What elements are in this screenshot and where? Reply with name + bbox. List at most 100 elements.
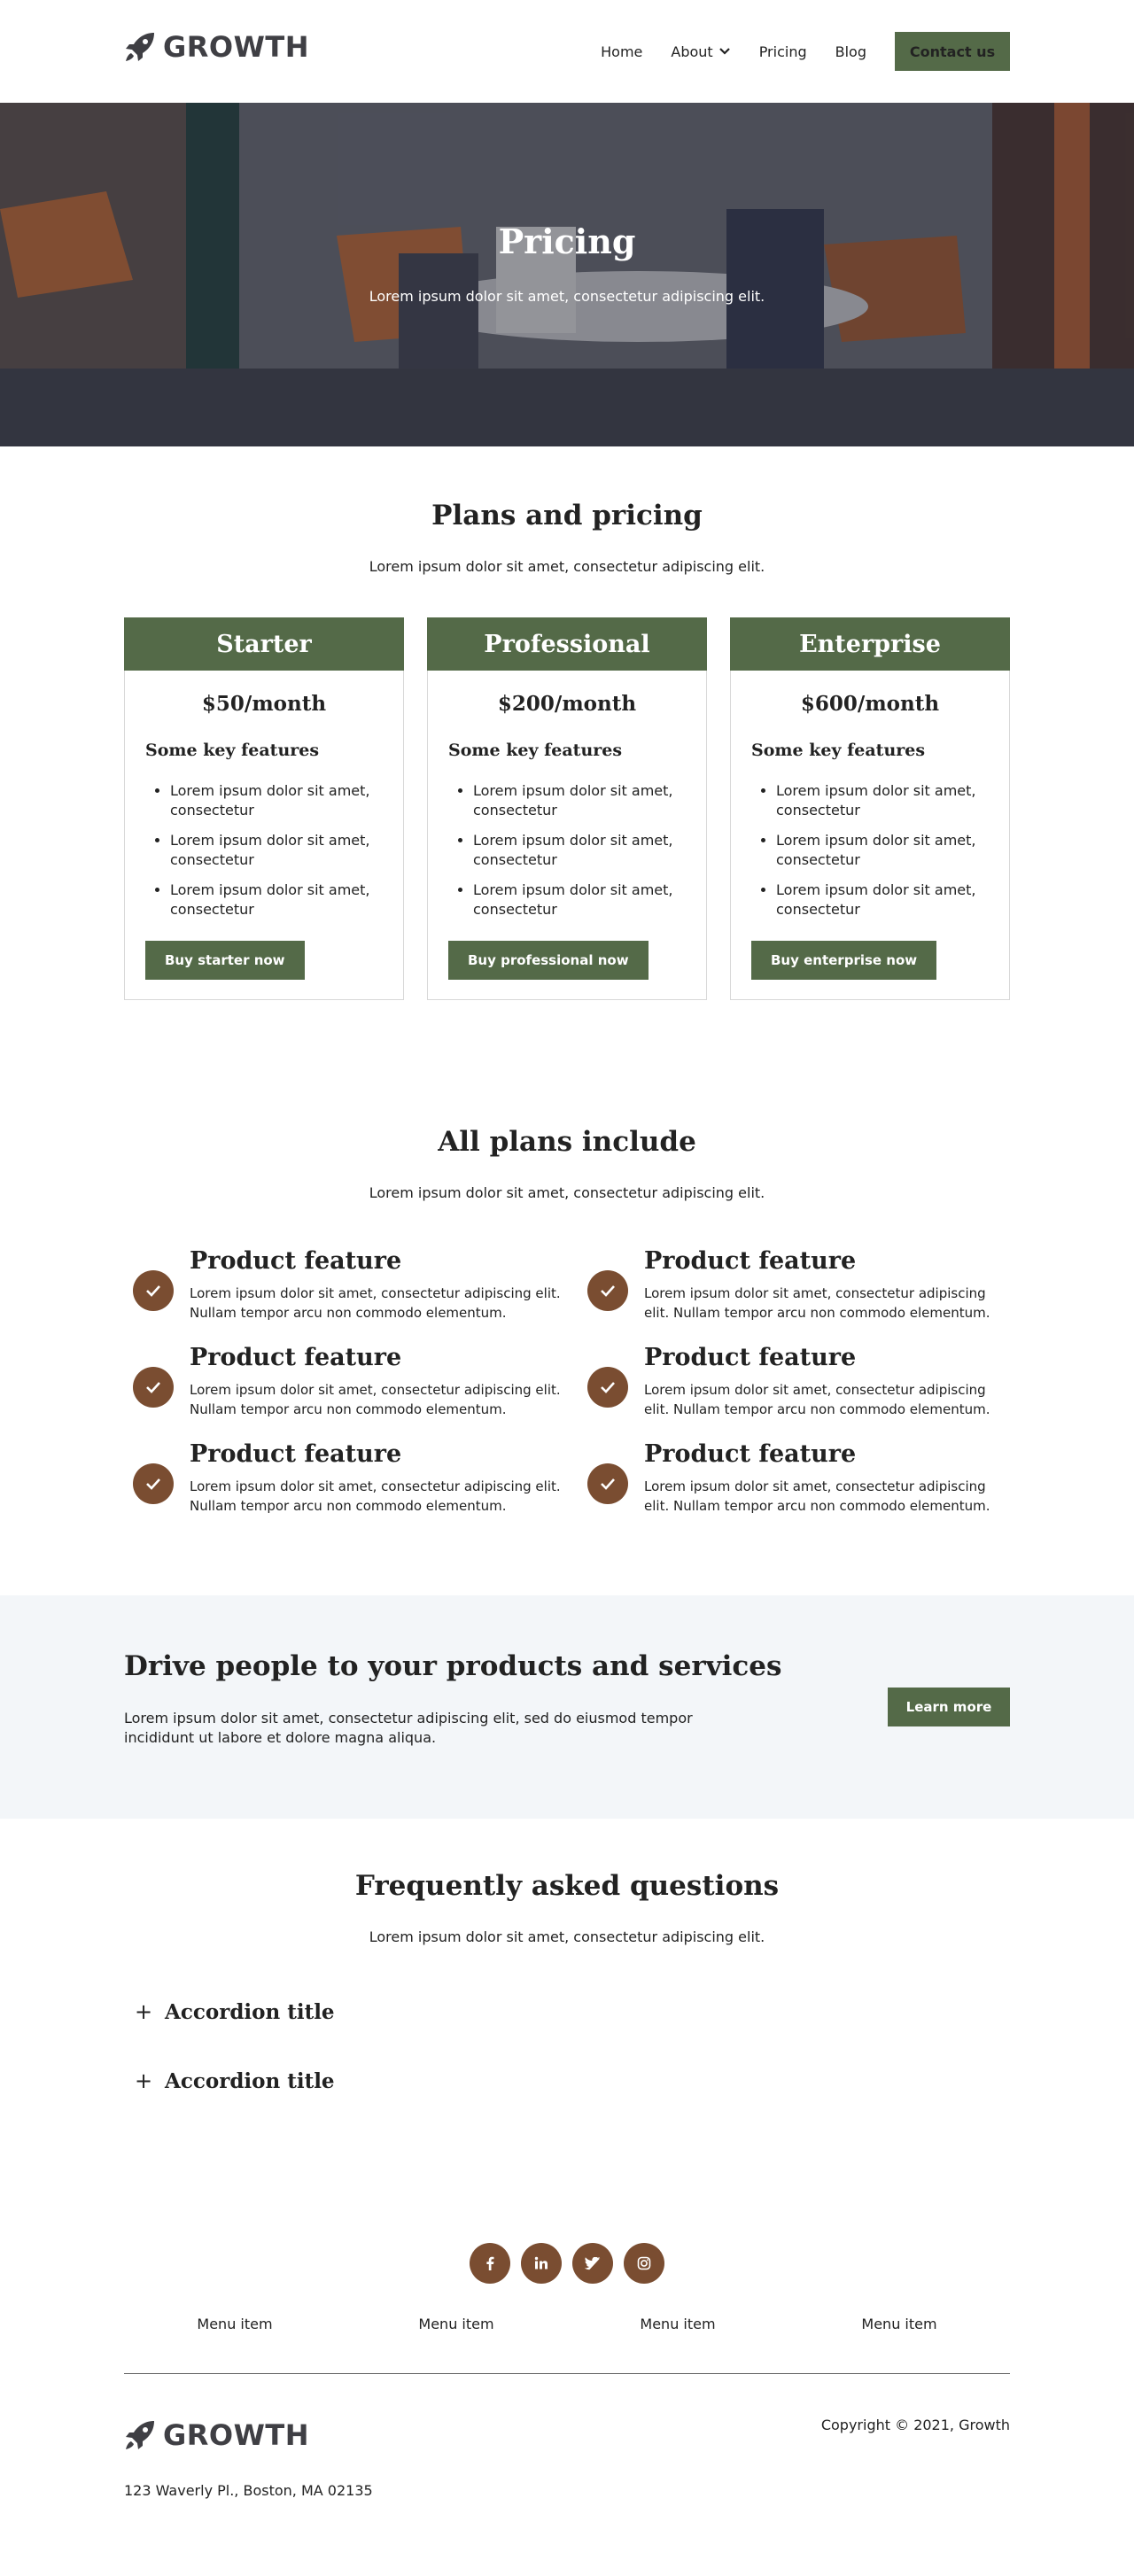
feature-text: Lorem ipsum dolor sit amet, consectetur … bbox=[644, 1382, 990, 1417]
rocket-icon bbox=[124, 2419, 156, 2451]
feature-text: Lorem ipsum dolor sit amet, consectetur … bbox=[644, 1285, 990, 1321]
plan-price: $50/month bbox=[201, 692, 327, 716]
nav-about-label: About bbox=[671, 43, 713, 60]
plan-name: Professional bbox=[427, 617, 707, 671]
features-title: All plans include bbox=[438, 1126, 696, 1158]
check-icon bbox=[587, 1463, 628, 1504]
twitter-icon[interactable] bbox=[572, 2243, 613, 2284]
brand-logo[interactable]: GROWTH bbox=[124, 30, 309, 64]
main-nav: Home About Pricing Blog Contact us bbox=[601, 32, 1010, 71]
plan-feature-item: Lorem ipsum dolor sit amet, consectetur bbox=[776, 881, 989, 919]
nav-about-link[interactable]: About bbox=[671, 43, 730, 60]
feature-text: Lorem ipsum dolor sit amet, consectetur … bbox=[644, 1478, 990, 1514]
plus-icon: + bbox=[135, 2068, 153, 2093]
hero-content: Pricing Lorem ipsum dolor sit amet, cons… bbox=[0, 221, 1134, 305]
plan-name: Enterprise bbox=[730, 617, 1010, 671]
feature-text: Lorem ipsum dolor sit amet, consectetur … bbox=[190, 1478, 561, 1514]
social-links bbox=[0, 2243, 1134, 2284]
faq-title: Frequently asked questions bbox=[354, 1870, 780, 1902]
plan-feature-item: Lorem ipsum dolor sit amet, consectetur bbox=[170, 831, 383, 870]
plan-feature-item: Lorem ipsum dolor sit amet, consectetur bbox=[170, 781, 383, 820]
plan-card-professional: Professional $200/month Some key feature… bbox=[427, 617, 707, 1000]
plan-card-enterprise: Enterprise $600/month Some key features … bbox=[730, 617, 1010, 1000]
plan-feature-list: Lorem ipsum dolor sit amet, consectetur … bbox=[145, 781, 383, 919]
footer-menu-item[interactable]: Menu item bbox=[567, 2316, 788, 2332]
chevron-down-icon bbox=[718, 48, 730, 55]
hero-subtitle: Lorem ipsum dolor sit amet, consectetur … bbox=[369, 288, 765, 305]
faq-section: Frequently asked questions Lorem ipsum d… bbox=[0, 1819, 1134, 2099]
plan-feature-item: Lorem ipsum dolor sit amet, consectetur bbox=[170, 881, 383, 919]
site-header: GROWTH Home About Pricing Blog Contact u… bbox=[0, 0, 1134, 103]
facebook-icon[interactable] bbox=[470, 2243, 510, 2284]
rocket-icon bbox=[124, 31, 156, 63]
buy-enterprise-button[interactable]: Buy enterprise now bbox=[751, 941, 937, 980]
accordion-item[interactable]: + Accordion title bbox=[124, 1993, 1010, 2030]
nav-blog-label: Blog bbox=[835, 43, 866, 60]
features-subtitle: Lorem ipsum dolor sit amet, consectetur … bbox=[369, 1184, 765, 1201]
contact-us-button[interactable]: Contact us bbox=[895, 32, 1010, 71]
footer-brand-logo[interactable]: GROWTH bbox=[124, 2418, 309, 2452]
plan-features-title: Some key features bbox=[751, 741, 926, 760]
feature-item: Product feature Lorem ipsum dolor sit ame… bbox=[124, 1247, 579, 1323]
feature-title: Product feature bbox=[644, 1344, 857, 1371]
plan-feature-item: Lorem ipsum dolor sit amet, consectetur bbox=[473, 881, 686, 919]
linkedin-icon[interactable] bbox=[521, 2243, 562, 2284]
accordion-item[interactable]: + Accordion title bbox=[124, 2062, 1010, 2099]
plan-name: Starter bbox=[124, 617, 404, 671]
footer-brand-name: GROWTH bbox=[163, 2418, 310, 2452]
buy-starter-button[interactable]: Buy starter now bbox=[145, 941, 305, 980]
feature-item: Product feature Lorem ipsum dolor sit ame… bbox=[124, 1344, 579, 1419]
site-footer: Menu item Menu item Menu item Menu item … bbox=[0, 2243, 1134, 2516]
feature-title: Product feature bbox=[190, 1344, 402, 1371]
footer-menu-item[interactable]: Menu item bbox=[788, 2316, 1010, 2332]
plan-features-title: Some key features bbox=[448, 741, 623, 760]
faq-subtitle: Lorem ipsum dolor sit amet, consectetur … bbox=[369, 1928, 765, 1945]
feature-title: Product feature bbox=[644, 1440, 857, 1468]
faq-accordion: + Accordion title + Accordion title bbox=[124, 1993, 1010, 2099]
feature-title: Product feature bbox=[190, 1440, 402, 1468]
plan-cards: Starter $50/month Some key features Lore… bbox=[124, 617, 1010, 1000]
feature-title: Product feature bbox=[644, 1247, 857, 1275]
footer-menu-item[interactable]: Menu item bbox=[346, 2316, 567, 2332]
check-icon bbox=[587, 1366, 628, 1408]
plus-icon: + bbox=[135, 1999, 153, 2024]
plan-feature-item: Lorem ipsum dolor sit amet, consectetur bbox=[473, 831, 686, 870]
plan-feature-item: Lorem ipsum dolor sit amet, consectetur bbox=[776, 831, 989, 870]
cta-title: Drive people to your products and servic… bbox=[124, 1650, 782, 1682]
cta-section: Drive people to your products and servic… bbox=[0, 1595, 1134, 1819]
feature-text: Lorem ipsum dolor sit amet, consectetur … bbox=[190, 1382, 561, 1417]
features-section: All plans include Lorem ipsum dolor sit … bbox=[0, 1000, 1134, 1516]
feature-item: Product feature Lorem ipsum dolor sit ame… bbox=[579, 1344, 1010, 1419]
plan-features-title: Some key features bbox=[145, 741, 320, 760]
nav-home-label: Home bbox=[601, 43, 643, 60]
check-icon bbox=[133, 1366, 174, 1408]
nav-blog-link[interactable]: Blog bbox=[835, 43, 866, 60]
feature-text: Lorem ipsum dolor sit amet, consectetur … bbox=[190, 1285, 561, 1321]
brand-name: GROWTH bbox=[163, 30, 310, 64]
plan-price: $200/month bbox=[497, 692, 637, 716]
plan-card-starter: Starter $50/month Some key features Lore… bbox=[124, 617, 404, 1000]
nav-pricing-link[interactable]: Pricing bbox=[759, 43, 807, 60]
address-text: 123 Waverly Pl., Boston, MA 02135 bbox=[124, 2482, 373, 2499]
check-icon bbox=[133, 1463, 174, 1504]
pricing-subtitle: Lorem ipsum dolor sit amet, consectetur … bbox=[369, 558, 765, 575]
hero-banner: Pricing Lorem ipsum dolor sit amet, cons… bbox=[0, 103, 1134, 446]
accordion-title: Accordion title bbox=[165, 1999, 335, 2024]
plan-feature-list: Lorem ipsum dolor sit amet, consectetur … bbox=[448, 781, 686, 919]
hero-title: Pricing bbox=[498, 221, 636, 261]
buy-professional-button[interactable]: Buy professional now bbox=[448, 941, 649, 980]
copyright-text: Copyright © 2021, Growth bbox=[820, 2417, 1010, 2433]
feature-item: Product feature Lorem ipsum dolor sit ame… bbox=[579, 1247, 1010, 1323]
instagram-icon[interactable] bbox=[624, 2243, 664, 2284]
features-grid: Product feature Lorem ipsum dolor sit ame… bbox=[124, 1247, 1010, 1516]
feature-item: Product feature Lorem ipsum dolor sit ame… bbox=[579, 1440, 1010, 1516]
accordion-title: Accordion title bbox=[165, 2068, 335, 2093]
learn-more-button[interactable]: Learn more bbox=[888, 1688, 1010, 1726]
check-icon bbox=[587, 1269, 628, 1311]
plan-price: $600/month bbox=[800, 692, 940, 716]
nav-home-link[interactable]: Home bbox=[601, 43, 642, 60]
feature-title: Product feature bbox=[190, 1247, 402, 1275]
footer-menu-item[interactable]: Menu item bbox=[124, 2316, 346, 2332]
plan-feature-item: Lorem ipsum dolor sit amet, consectetur bbox=[473, 781, 686, 820]
pricing-section: Plans and pricing Lorem ipsum dolor sit … bbox=[0, 446, 1134, 1000]
